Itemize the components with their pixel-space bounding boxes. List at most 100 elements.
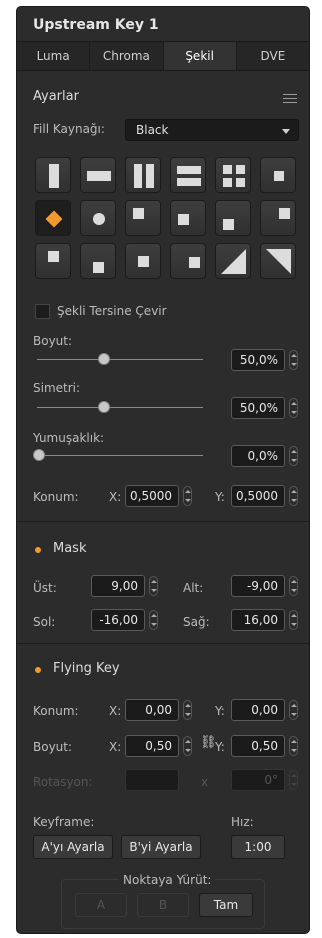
shape-horizontal-split-button[interactable] bbox=[170, 157, 206, 193]
mask-bottom-stepper[interactable] bbox=[289, 576, 298, 596]
mask-left-label: Sol: bbox=[33, 615, 56, 629]
fk-position-y-field[interactable]: 0,00 bbox=[231, 699, 285, 721]
softness-label: Yumuşaklık: bbox=[33, 431, 105, 445]
shape-circle-button[interactable] bbox=[80, 200, 116, 236]
mask-top-label: Üst: bbox=[33, 581, 57, 595]
shape-square-button[interactable] bbox=[260, 157, 296, 193]
shape-diagonal-left-button[interactable] bbox=[215, 243, 251, 279]
run-to-full-button[interactable]: Tam bbox=[199, 893, 253, 917]
mask-top-field[interactable]: 9,00 bbox=[91, 575, 145, 597]
upstream-key-panel: Upstream Key 1 Luma Chroma Şekil DVE Aya… bbox=[16, 6, 310, 934]
position-x-stepper[interactable] bbox=[183, 486, 192, 506]
mask-left-stepper[interactable] bbox=[149, 610, 158, 630]
mask-title: Mask bbox=[53, 541, 87, 556]
mask-enable-indicator[interactable] bbox=[35, 547, 41, 553]
chevron-down-icon bbox=[282, 129, 290, 134]
size-value-field[interactable]: 50,0% bbox=[231, 349, 285, 371]
fk-size-y-field[interactable]: 0,50 bbox=[231, 735, 285, 757]
rate-label: Hız: bbox=[231, 815, 254, 829]
symmetry-stepper[interactable] bbox=[289, 398, 298, 418]
shape-horizontal-bar-button[interactable] bbox=[80, 157, 116, 193]
softness-stepper[interactable] bbox=[289, 446, 298, 466]
shape-bottom-left-box-button[interactable] bbox=[215, 200, 251, 236]
fk-rotation-field-disabled bbox=[125, 769, 179, 791]
fk-position-y-label: Y: bbox=[215, 704, 225, 718]
mask-right-stepper[interactable] bbox=[289, 610, 298, 630]
fk-rotation-value-field: 0° bbox=[231, 769, 285, 791]
mask-bottom-field[interactable]: -9,00 bbox=[231, 575, 285, 597]
fk-rotation-label: Rotasyon: bbox=[33, 775, 93, 789]
mask-left-field[interactable]: -16,00 bbox=[91, 609, 145, 631]
settings-title: Ayarlar bbox=[33, 89, 79, 104]
mask-top-stepper[interactable] bbox=[149, 576, 158, 596]
fk-rotation-x: x bbox=[201, 775, 209, 789]
fk-position-x-field[interactable]: 0,00 bbox=[125, 699, 179, 721]
flying-key-title: Flying Key bbox=[53, 661, 120, 676]
position-y-label: Y: bbox=[215, 490, 225, 504]
panel-title: Upstream Key 1 bbox=[17, 7, 309, 41]
tab-dve[interactable]: DVE bbox=[236, 42, 309, 70]
fill-source-select[interactable]: Black bbox=[125, 119, 299, 141]
invert-shape-label: Şekli Tersine Çevir bbox=[57, 304, 167, 318]
shape-left-box-button[interactable] bbox=[170, 200, 206, 236]
mask-right-field[interactable]: 16,00 bbox=[231, 609, 285, 631]
tab-bar: Luma Chroma Şekil DVE bbox=[17, 41, 309, 71]
size-stepper[interactable] bbox=[289, 350, 298, 370]
shape-vertical-split-button[interactable] bbox=[125, 157, 161, 193]
tab-chroma[interactable]: Chroma bbox=[90, 42, 164, 70]
shape-top-right-box-button[interactable] bbox=[260, 200, 296, 236]
size-label: Boyut: bbox=[33, 334, 73, 348]
shape-top-left-box-button[interactable] bbox=[125, 200, 161, 236]
shape-bottom-center-box-button[interactable] bbox=[80, 243, 116, 279]
shape-diamond-button[interactable] bbox=[35, 200, 71, 236]
fk-size-y-label: Y: bbox=[215, 740, 225, 754]
position-label: Konum: bbox=[33, 490, 79, 504]
shape-center-box-button[interactable] bbox=[125, 243, 161, 279]
divider bbox=[17, 643, 309, 644]
fk-position-x-label: X: bbox=[109, 704, 122, 718]
tab-sekil[interactable]: Şekil bbox=[163, 42, 237, 70]
symmetry-value-field[interactable]: 50,0% bbox=[231, 397, 285, 419]
fk-size-y-stepper[interactable] bbox=[289, 736, 298, 756]
fill-source-value: Black bbox=[136, 123, 169, 137]
fk-size-x-stepper[interactable] bbox=[183, 736, 192, 756]
shape-right-box-button[interactable] bbox=[170, 243, 206, 279]
size-slider-track[interactable] bbox=[37, 359, 203, 360]
fk-size-label: Boyut: bbox=[33, 740, 73, 754]
keyframe-label: Keyframe: bbox=[33, 815, 95, 829]
tab-luma[interactable]: Luma bbox=[17, 42, 91, 70]
size-slider-knob[interactable] bbox=[98, 353, 110, 365]
run-to-a-button: A bbox=[75, 893, 127, 917]
flying-key-enable-indicator[interactable] bbox=[35, 667, 41, 673]
hamburger-menu-icon[interactable] bbox=[283, 94, 297, 106]
position-y-field[interactable]: 0,5000 bbox=[231, 485, 285, 507]
softness-value-field[interactable]: 0,0% bbox=[231, 445, 285, 467]
symmetry-slider-track[interactable] bbox=[37, 407, 203, 408]
rate-field[interactable]: 1:00 bbox=[231, 835, 285, 859]
fk-position-label: Konum: bbox=[33, 704, 79, 718]
set-a-button[interactable]: A'yı Ayarla bbox=[33, 835, 113, 859]
divider bbox=[17, 521, 309, 522]
mask-right-label: Sağ: bbox=[183, 615, 210, 629]
shape-quad-button[interactable] bbox=[215, 157, 251, 193]
symmetry-slider-knob[interactable] bbox=[98, 401, 110, 413]
run-to-b-button: B bbox=[137, 893, 189, 917]
softness-slider-knob[interactable] bbox=[33, 449, 45, 461]
symmetry-label: Simetri: bbox=[33, 381, 81, 395]
position-x-field[interactable]: 0,5000 bbox=[125, 485, 179, 507]
shape-vertical-bar-button[interactable] bbox=[35, 157, 71, 193]
fk-rotation-stepper bbox=[289, 770, 298, 790]
fk-position-y-stepper[interactable] bbox=[289, 700, 298, 720]
shape-top-center-box-button[interactable] bbox=[35, 243, 71, 279]
set-b-button[interactable]: B'yi Ayarla bbox=[121, 835, 201, 859]
position-x-label: X: bbox=[109, 490, 122, 504]
fill-source-label: Fill Kaynağı: bbox=[33, 122, 105, 136]
invert-shape-checkbox[interactable] bbox=[35, 304, 50, 319]
fk-position-x-stepper[interactable] bbox=[183, 700, 192, 720]
shape-diagonal-right-button[interactable] bbox=[260, 243, 296, 279]
mask-bottom-label: Alt: bbox=[183, 581, 204, 595]
fk-size-x-field[interactable]: 0,50 bbox=[125, 735, 179, 757]
fk-size-x-label: X: bbox=[109, 740, 122, 754]
position-y-stepper[interactable] bbox=[289, 486, 298, 506]
softness-slider-track[interactable] bbox=[37, 455, 203, 456]
